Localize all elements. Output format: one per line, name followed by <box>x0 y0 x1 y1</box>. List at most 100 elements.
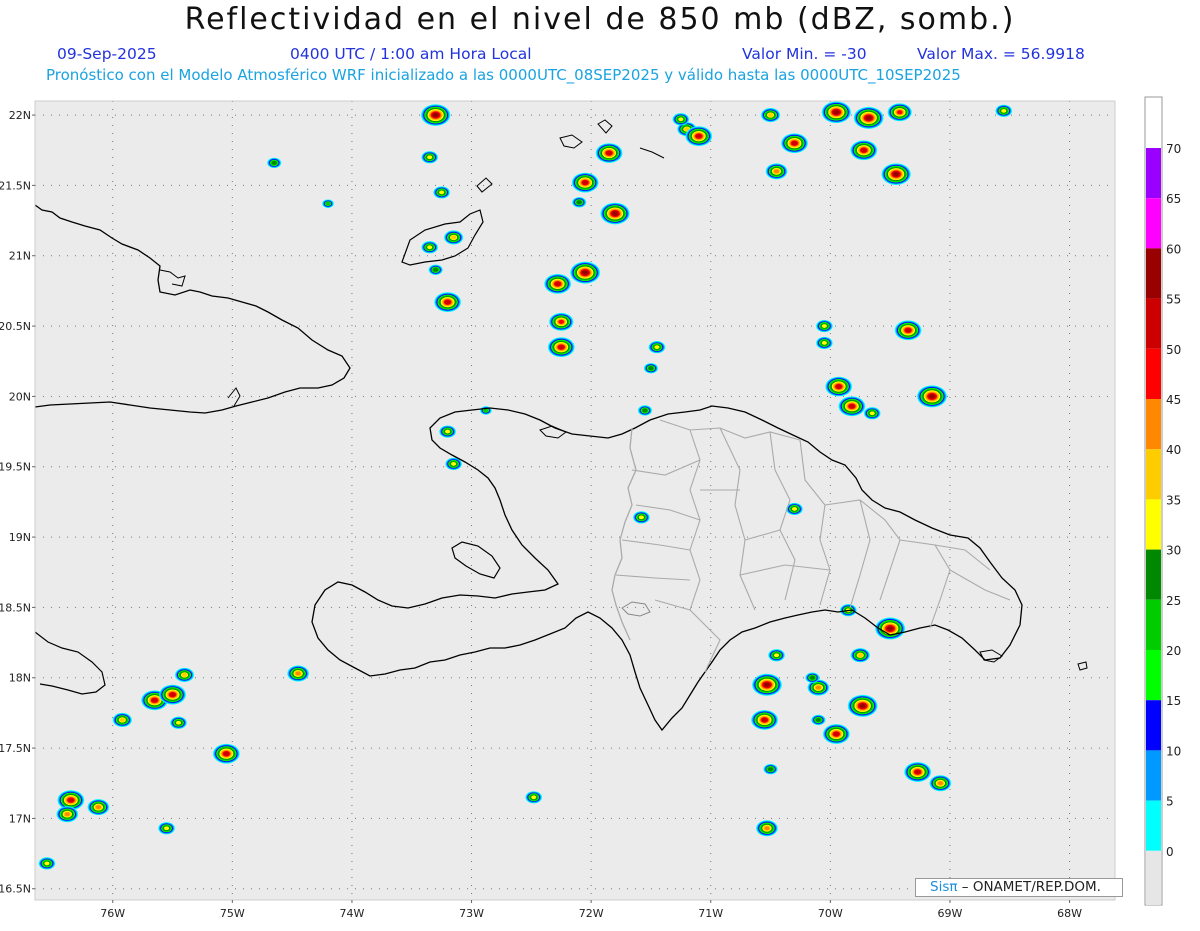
reflectivity-contour <box>809 675 815 680</box>
reflectivity-contour <box>151 698 158 703</box>
reflectivity-map[interactable]: 22N 21.5N 21N 20.5N 20N 19.5N 19N 18.5N 18N 17.5N… <box>0 0 1200 927</box>
reflectivity-contour <box>696 134 702 139</box>
colorbar-label: 50 <box>1166 343 1181 357</box>
colorbar-swatch <box>1146 298 1161 349</box>
lat-tick-label: 18.5N <box>0 601 31 614</box>
storm-cell <box>571 172 599 193</box>
map-container[interactable]: 22N 21.5N 21N 20.5N 20N 19.5N 19N 18.5N 18N 17.5N… <box>0 0 1200 927</box>
colorbar-swatch <box>1146 800 1161 851</box>
reflectivity-contour <box>169 692 176 697</box>
reflectivity-contour <box>767 113 774 118</box>
reflectivity-contour <box>678 117 684 122</box>
color-legend: 7065605550454035302520151050 <box>1144 96 1181 906</box>
storm-cell <box>421 151 438 164</box>
reflectivity-contour <box>821 324 827 328</box>
reflectivity-contour <box>576 200 582 205</box>
storm-cell <box>816 336 833 350</box>
colorbar-swatch <box>1146 449 1161 500</box>
lat-tick-label: 21N <box>9 250 31 263</box>
storm-cell <box>672 113 690 126</box>
storm-cell <box>428 264 443 275</box>
lat-tick-label: 16.5N <box>0 883 31 896</box>
storm-cell <box>838 396 866 417</box>
reflectivity-contour <box>849 404 855 409</box>
reflectivity-contour <box>764 682 770 687</box>
storm-cell <box>816 319 833 333</box>
reflectivity-contour <box>433 267 439 272</box>
storm-cell <box>995 104 1013 117</box>
storm-cell <box>213 743 240 764</box>
lon-tick-label: 69W <box>938 907 963 920</box>
storm-cell <box>847 694 878 717</box>
colorbar-swatch <box>1146 599 1161 650</box>
colorbar-label: 20 <box>1166 644 1181 658</box>
reflectivity-contour <box>773 169 780 174</box>
reflectivity-contour <box>768 767 774 772</box>
storm-cell <box>863 407 881 420</box>
reflectivity-contour <box>654 345 660 350</box>
storm-cell <box>825 376 853 397</box>
colorbar-swatch <box>1146 198 1161 249</box>
lat-tick-label: 20.5N <box>0 320 31 333</box>
storm-cell <box>929 775 952 792</box>
colorbar-label: 55 <box>1166 293 1181 307</box>
colorbar-swatch <box>1146 248 1161 299</box>
reflectivity-contour <box>791 141 798 146</box>
storm-cell <box>174 667 195 682</box>
storm-cell <box>648 341 666 354</box>
lon-tick-label: 74W <box>340 907 365 920</box>
colorbar-label: 25 <box>1166 594 1181 608</box>
storm-cell <box>633 511 650 524</box>
reflectivity-contour <box>223 751 230 756</box>
reflectivity-contour <box>833 731 840 737</box>
storm-cell <box>761 108 781 123</box>
colorbar-label: 10 <box>1166 744 1181 758</box>
storm-cell <box>421 104 451 126</box>
reflectivity-contour <box>764 826 770 831</box>
storm-cell <box>421 241 438 254</box>
reflectivity-contour <box>821 341 827 345</box>
colorbar-swatch <box>1146 499 1161 550</box>
storm-cell <box>811 714 826 726</box>
storm-cell <box>917 385 947 408</box>
colorbar-swatch <box>1146 650 1161 701</box>
storm-cell <box>751 710 778 730</box>
reflectivity-contour <box>427 155 433 160</box>
reflectivity-contour <box>893 172 899 177</box>
reflectivity-contour <box>181 672 188 677</box>
storm-cell <box>600 202 630 225</box>
reflectivity-contour <box>450 235 457 240</box>
storm-cell <box>322 199 334 208</box>
reflectivity-contour <box>558 345 564 350</box>
storm-cell <box>768 649 785 662</box>
storm-cell <box>434 292 461 313</box>
reflectivity-contour <box>835 384 842 389</box>
reflectivity-contour <box>531 795 537 800</box>
storm-cell <box>38 857 56 870</box>
storm-cell <box>850 648 870 663</box>
colorbar-label: 70 <box>1166 142 1181 156</box>
colorbar-swatch <box>1146 549 1161 600</box>
reflectivity-contour <box>642 408 648 413</box>
storm-cell <box>267 157 282 169</box>
storm-cell <box>904 762 931 782</box>
colorbar-swatch <box>1146 750 1161 801</box>
storm-cell <box>544 274 571 294</box>
reflectivity-contour <box>897 110 903 115</box>
reflectivity-contour <box>869 411 875 416</box>
colorbar-label: 0 <box>1166 845 1174 859</box>
lat-tick-label: 18N <box>9 672 31 685</box>
storm-cell <box>756 820 778 837</box>
reflectivity-contour <box>325 201 331 206</box>
sispi-brand: Sisπ <box>930 879 958 895</box>
reflectivity-contour <box>857 653 863 658</box>
lat-tick-label: 19.5N <box>0 461 31 474</box>
storm-cell <box>158 822 175 835</box>
lat-tick-label: 21.5N <box>0 179 31 192</box>
storm-cell <box>685 126 713 147</box>
reflectivity-contour <box>444 300 451 305</box>
reflectivity-contour <box>914 769 921 775</box>
reflectivity-contour <box>929 394 935 399</box>
reflectivity-contour <box>648 366 654 371</box>
reflectivity-contour <box>68 798 74 803</box>
